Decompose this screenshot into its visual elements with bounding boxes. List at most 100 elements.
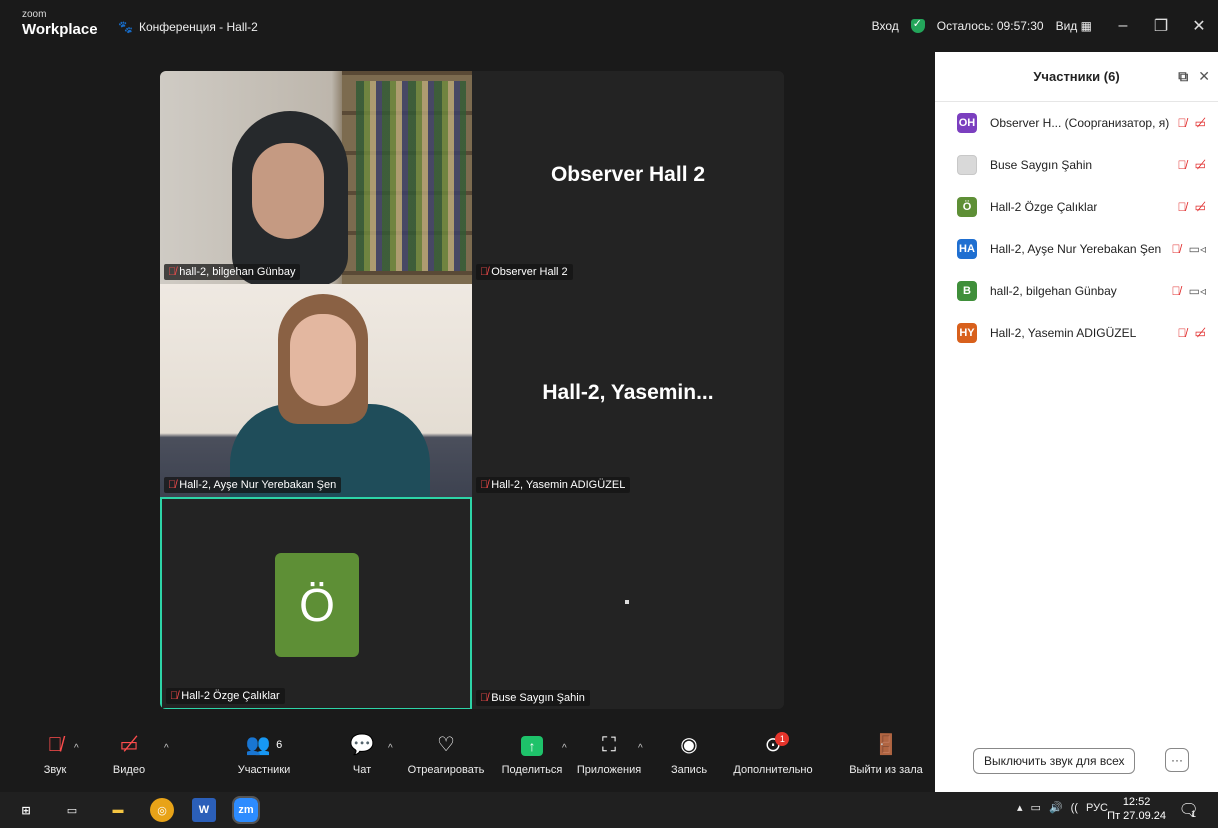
- audio-button[interactable]: 🎙̸ ^ Звук: [40, 730, 79, 776]
- participant-row[interactable]: Bhall-2, bilgehan Günbay 🎙̸ ▭◃: [935, 270, 1218, 312]
- video-button[interactable]: ▭̸ ^ Видео: [106, 730, 169, 776]
- restore-icon[interactable]: ❐: [1142, 16, 1180, 36]
- participant-avatar: Ö: [957, 197, 977, 217]
- zoom-logo: zoom Workplace: [22, 10, 98, 38]
- participant-row[interactable]: HY Hall-2, Yasemin ADIGÜZEL 🎙̸ ▭̸: [935, 312, 1218, 354]
- volume-icon[interactable]: 🔊: [1049, 801, 1063, 814]
- participant-row[interactable]: Ö Hall-2 Özge Çalıklar 🎙̸ ▭̸: [935, 186, 1218, 228]
- participant-row[interactable]: OH Observer H... (Соорганизатор, я) 🎙̸ ▭̸: [935, 102, 1218, 144]
- participant-status-icons: 🎙̸ ▭̸: [1178, 326, 1206, 340]
- close-icon[interactable]: ✕: [1180, 16, 1218, 36]
- participant-name: Hall-2, Ayşe Nur Yerebakan Şen: [990, 242, 1162, 256]
- video-tile[interactable]: 🎙̸ hall-2, bilgehan Günbay: [160, 71, 472, 284]
- show-hidden-icons-icon[interactable]: ▴: [1017, 801, 1023, 814]
- mute-all-button[interactable]: Выключить звук для всех: [973, 748, 1136, 774]
- tile-name-label: 🎙̸ Hall-2 Özge Çalıklar: [166, 688, 285, 704]
- tile-name-label: 🎙̸ hall-2, bilgehan Günbay: [164, 264, 301, 280]
- participants-panel: Участники (6) ⧉ ✕ OH Observer H... (Соорг…: [935, 52, 1218, 792]
- view-button[interactable]: Вид ▦: [1056, 19, 1092, 33]
- more-button[interactable]: ⊙ 1 Дополнительно: [730, 730, 816, 776]
- mic-off-icon[interactable]: 🎙̸: [1178, 326, 1187, 340]
- participant-avatar: HY: [957, 323, 977, 343]
- battery-icon[interactable]: ▭: [1031, 801, 1041, 814]
- notifications-icon[interactable]: 🗨1: [1179, 800, 1204, 820]
- video-on-icon[interactable]: ▭◃: [1189, 242, 1206, 256]
- video-tile[interactable]: 🎙̸ Buse Saygın Şahin: [472, 497, 784, 709]
- video-tile[interactable]: Observer Hall 2 🎙̸ Observer Hall 2: [472, 71, 784, 284]
- record-icon: ◉: [680, 734, 698, 756]
- tile-name-label: 🎙̸ Hall-2, Yasemin ADIGÜZEL: [476, 477, 631, 493]
- windows-start-icon[interactable]: ⊞: [14, 798, 38, 822]
- file-explorer-icon[interactable]: ▬: [106, 798, 130, 822]
- minimize-icon[interactable]: –: [1104, 17, 1142, 35]
- mic-off-icon[interactable]: 🎙̸: [1178, 116, 1187, 130]
- close-panel-icon[interactable]: ✕: [1198, 68, 1210, 85]
- clock-date: Пт 27.09.24: [1107, 810, 1166, 822]
- record-button[interactable]: ◉ Запись: [666, 730, 712, 776]
- leave-room-button[interactable]: 🚪 Выйти из зала: [848, 730, 924, 776]
- audio-options-caret-icon[interactable]: ^: [74, 734, 79, 764]
- apps-options-caret-icon[interactable]: ^: [638, 734, 643, 764]
- video-tile[interactable]: Hall-2, Yasemin... 🎙̸ Hall-2, Yasemin ADI…: [472, 284, 784, 497]
- more-label: Дополнительно: [733, 764, 813, 776]
- mic-off-icon[interactable]: 🎙̸: [1178, 158, 1187, 172]
- video-label: Видео: [112, 764, 146, 776]
- mic-off-icon: 🎙̸: [168, 266, 177, 278]
- share-options-caret-icon[interactable]: ^: [562, 734, 567, 764]
- participant-status-icons: 🎙̸ ▭◃: [1172, 242, 1206, 256]
- person-face: [290, 314, 356, 406]
- chat-button[interactable]: 💬 ^ Чат: [344, 730, 393, 776]
- participants-icon: 👥: [245, 734, 271, 756]
- logo-workplace-text: Workplace: [22, 21, 98, 38]
- word-icon[interactable]: W: [192, 798, 216, 822]
- video-loading-dot: [625, 600, 629, 604]
- participants-button[interactable]: 👥 6 Участники: [228, 730, 300, 776]
- meeting-title: 🐾 Конференция - Hall-2: [118, 20, 258, 34]
- participant-row[interactable]: HA Hall-2, Ayşe Nur Yerebakan Şen 🎙̸ ▭◃: [935, 228, 1218, 270]
- chat-label: Чат: [352, 764, 372, 776]
- apps-button[interactable]: ⛶ ^ Приложения: [568, 730, 650, 776]
- books: [356, 81, 466, 271]
- video-feed: [160, 71, 472, 284]
- participants-label: Участники: [237, 764, 291, 776]
- chat-options-caret-icon[interactable]: ^: [388, 734, 393, 764]
- pop-out-icon[interactable]: ⧉: [1178, 68, 1188, 85]
- participant-status-icons: 🎙̸ ▭̸: [1178, 116, 1206, 130]
- zoom-taskbar-icon[interactable]: zm: [232, 796, 260, 824]
- task-view-icon[interactable]: ▭: [60, 798, 84, 822]
- clock-time: 12:52: [1122, 796, 1151, 808]
- encryption-shield-icon[interactable]: [910, 17, 925, 33]
- participant-row[interactable]: Buse Saygın Şahin 🎙̸ ▭̸: [935, 144, 1218, 186]
- mic-muted-icon: 🎙̸: [47, 734, 63, 756]
- taskbar-clock[interactable]: 12:52 Пт 27.09.24: [1107, 795, 1166, 823]
- video-tile[interactable]: 🎙̸ Hall-2, Ayşe Nur Yerebakan Şen: [160, 284, 472, 497]
- tile-name-text: Buse Saygın Şahin: [491, 692, 585, 704]
- video-on-icon[interactable]: ▭◃: [1189, 284, 1206, 298]
- mic-off-icon[interactable]: 🎙̸: [1178, 200, 1187, 214]
- share-button[interactable]: ↑ ^ Поделиться: [496, 730, 568, 776]
- mic-off-icon[interactable]: 🎙̸: [1172, 284, 1181, 298]
- mic-off-icon: 🎙̸: [480, 266, 489, 278]
- wifi-icon[interactable]: ((: [1071, 802, 1078, 814]
- participant-avatar: OH: [957, 113, 977, 133]
- video-off-icon[interactable]: ▭̸: [1195, 200, 1206, 214]
- chrome-icon[interactable]: ◎: [150, 798, 174, 822]
- video-tile-active-speaker[interactable]: Ö 🎙̸ Hall-2 Özge Çalıklar: [160, 497, 472, 709]
- panel-more-button[interactable]: ···: [1165, 748, 1189, 772]
- login-button[interactable]: Вход: [872, 19, 899, 33]
- video-off-icon[interactable]: ▭̸: [1195, 158, 1206, 172]
- react-button[interactable]: ♡ Отреагировать: [404, 730, 488, 776]
- video-off-icon: ▭̸: [119, 734, 139, 756]
- tile-name-text: hall-2, bilgehan Günbay: [179, 266, 296, 278]
- participant-name: Hall-2 Özge Çalıklar: [990, 200, 1098, 214]
- tile-name-label: 🎙̸ Observer Hall 2: [476, 264, 573, 280]
- video-options-caret-icon[interactable]: ^: [164, 734, 169, 764]
- mic-off-icon[interactable]: 🎙̸: [1172, 242, 1181, 256]
- video-off-icon[interactable]: ▭̸: [1195, 116, 1206, 130]
- video-off-icon[interactable]: ▭̸: [1195, 326, 1206, 340]
- mic-off-icon: 🎙̸: [480, 692, 489, 704]
- input-language[interactable]: РУС: [1086, 802, 1108, 814]
- participant-name: Buse Saygın Şahin: [990, 158, 1093, 172]
- participant-status-icons: 🎙̸ ▭̸: [1178, 158, 1206, 172]
- more-badge: 1: [775, 732, 790, 746]
